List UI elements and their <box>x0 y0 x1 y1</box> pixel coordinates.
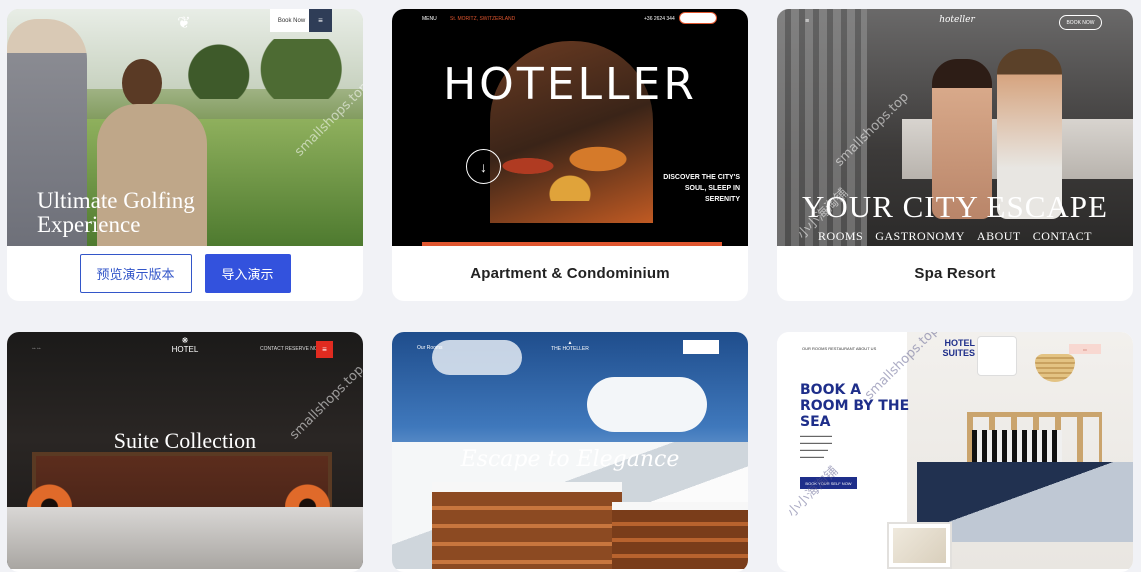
golf-thumbnail[interactable]: ❦ Book Now ≡ Ultimate Golfing Experience… <box>7 9 363 246</box>
body-text: ▬▬▬▬▬▬▬▬ ▬▬▬▬▬▬▬▬ ▬▬▬▬▬▬▬ ▬▬▬▬▬▬ <box>800 433 832 459</box>
nav-item: ROOMS <box>818 229 864 243</box>
nav-item: ABOUT <box>976 229 1021 243</box>
hotel-suites-logo: HOTEL SUITES <box>942 338 975 358</box>
preview-book-button: BOOK NOW <box>1059 15 1102 30</box>
preview-book-now: Book Now <box>270 9 313 32</box>
tagline: DISCOVER THE CITY'S SOUL, SLEEP IN SEREN… <box>663 174 740 203</box>
preview-nav-right: CONTACT RESERVE NOW <box>260 346 323 352</box>
preview-address: St. MORITZ, SWITZERLAND <box>450 16 516 22</box>
watermark: 小小海淘铺 <box>784 463 842 521</box>
hamburger-icon: ≡ <box>805 18 810 25</box>
bed-sheets <box>7 507 363 569</box>
hotel-logo: ❋ HOTEL <box>171 336 199 354</box>
chalet <box>612 502 748 569</box>
nav-item: GASTRONOMY <box>875 229 965 243</box>
escape-hero-title: Escape to Elegance <box>460 447 680 472</box>
preview-book-button: BOOK NOW <box>679 12 717 24</box>
preview-nav-left: ◦◦ ◦◦ <box>32 346 41 352</box>
hoteller-thumbnail[interactable]: MENU St. MORITZ, SWITZERLAND +36 2624 34… <box>392 9 748 246</box>
card-actions: 预览演示版本 导入演示 <box>7 246 363 301</box>
arrow-down-icon: ↓ <box>466 149 501 184</box>
preview-menu: MENU <box>422 16 437 22</box>
golf-hero-title: Ultimate Golfing Experience <box>37 188 195 237</box>
cloud <box>587 377 707 432</box>
demo-card-apartment[interactable]: MENU St. MORITZ, SWITZERLAND +36 2624 34… <box>392 9 748 301</box>
menu-icon: ≡ <box>316 341 333 358</box>
preview-phone: +36 2624 344 <box>644 16 675 22</box>
cloud <box>432 340 522 375</box>
demo-card-suite[interactable]: ◦◦ ◦◦ ❋ HOTEL CONTACT RESERVE NOW ≡ Suite… <box>7 332 363 572</box>
demo-card-spa[interactable]: ≡ hoteller BOOK NOW YOUR CITY ESCAPE ROO… <box>777 9 1133 301</box>
escape-thumbnail[interactable]: Our Rooms ▲ THE HOTELLER Book Now Escape … <box>392 332 748 569</box>
spa-nav: ROOMS GASTRONOMY ABOUT CONTACT <box>777 229 1133 244</box>
book-hero-title: BOOK A ROOM BY THE SEA <box>800 382 910 430</box>
suite-hero-title: Suite Collection <box>113 428 257 453</box>
suite-thumbnail[interactable]: ◦◦ ◦◦ ❋ HOTEL CONTACT RESERVE NOW ≡ Suite… <box>7 332 363 569</box>
card-caption: Apartment & Condominium <box>470 265 670 282</box>
preview-demo-button[interactable]: 预览演示版本 <box>79 254 192 293</box>
book-thumbnail[interactable]: OUR ROOMS RESTAURANT ABOUT US HOTEL SUIT… <box>777 332 1133 569</box>
wall-clock <box>977 336 1017 376</box>
golf-logo-icon: ❦ <box>177 15 191 32</box>
preview-book-button: Book Now <box>683 340 719 354</box>
preview-nav: Our Rooms <box>417 345 443 351</box>
preview-topbar: MENU St. MORITZ, SWITZERLAND +36 2624 34… <box>392 9 748 29</box>
demo-card-escape[interactable]: Our Rooms ▲ THE HOTELLER Book Now Escape … <box>392 332 748 572</box>
preview-pink-button: ▭ <box>1069 344 1101 354</box>
hamburger-icon: ≡ <box>309 9 332 32</box>
card-caption: Spa Resort <box>914 265 996 282</box>
import-demo-button[interactable]: 导入演示 <box>204 254 291 293</box>
hoteller-logo: HOTELLER <box>443 59 697 110</box>
nav-item: CONTACT <box>1032 229 1092 243</box>
pillows <box>972 430 1062 465</box>
spa-logo: hoteller <box>939 15 975 25</box>
escape-logo: ▲ THE HOTELLER <box>551 340 589 352</box>
demo-card-golf[interactable]: ❦ Book Now ≡ Ultimate Golfing Experience… <box>7 9 363 301</box>
demo-card-book-room[interactable]: OUR ROOMS RESTAURANT ABOUT US HOTEL SUIT… <box>777 332 1133 572</box>
picture-frame <box>887 522 952 569</box>
spa-thumbnail[interactable]: ≡ hoteller BOOK NOW YOUR CITY ESCAPE ROO… <box>777 9 1133 246</box>
preview-nav: OUR ROOMS RESTAURANT ABOUT US <box>802 346 877 351</box>
chalet <box>432 482 622 569</box>
